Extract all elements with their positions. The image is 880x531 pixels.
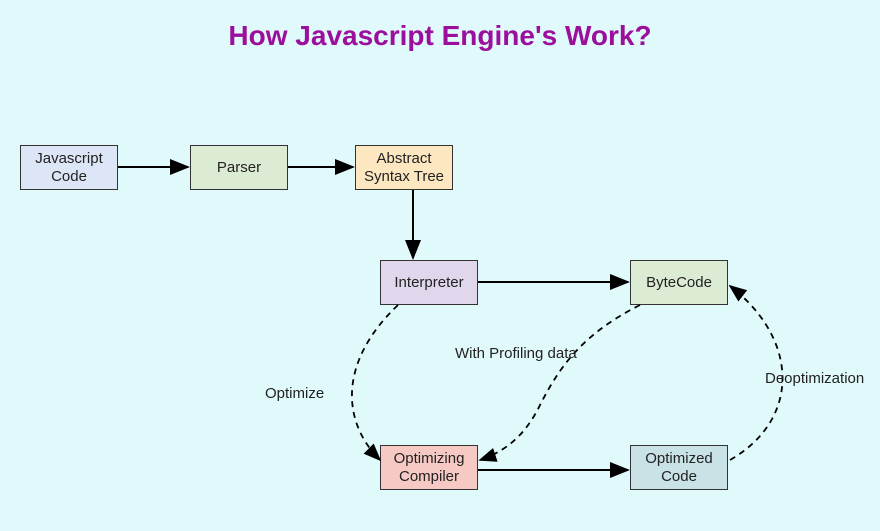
node-bytecode: ByteCode <box>630 260 728 305</box>
node-label: OptimizedCode <box>645 450 713 486</box>
diagram-title: How Javascript Engine's Work? <box>0 20 880 52</box>
node-interpreter: Interpreter <box>380 260 478 305</box>
edge-label-deopt: Deoptimization <box>765 370 864 387</box>
edge-label-optimize: Optimize <box>265 385 324 402</box>
node-ast: AbstractSyntax Tree <box>355 145 453 190</box>
node-label: ByteCode <box>646 274 712 292</box>
node-label: Interpreter <box>394 274 463 292</box>
edge-label-profiling: With Profiling data <box>455 345 577 362</box>
node-parser: Parser <box>190 145 288 190</box>
node-label: JavascriptCode <box>35 150 103 186</box>
node-label: OptimizingCompiler <box>394 450 465 486</box>
node-js-code: JavascriptCode <box>20 145 118 190</box>
edge-bytecode-to-optcomp <box>480 305 640 460</box>
node-label: AbstractSyntax Tree <box>364 150 444 186</box>
node-label: Parser <box>217 159 261 177</box>
node-opt-code: OptimizedCode <box>630 445 728 490</box>
edge-interp-to-optcomp <box>352 305 398 460</box>
node-opt-compiler: OptimizingCompiler <box>380 445 478 490</box>
